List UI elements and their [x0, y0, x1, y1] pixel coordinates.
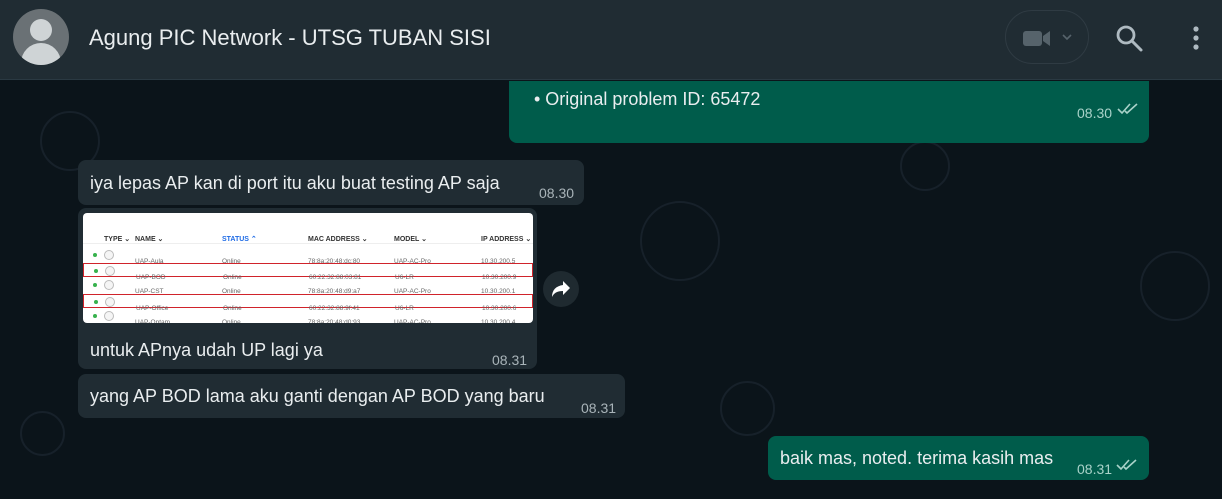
table-row[interactable]: UAP-CST Online 78:8a:20:48:d9:a7 UAP-AC-Pro…	[83, 278, 533, 295]
chat-title[interactable]: Agung PIC Network - UTSG TUBAN SISI	[89, 25, 491, 51]
online-status-dot	[93, 253, 97, 257]
menu-icon[interactable]	[1186, 24, 1206, 54]
message-text: • Original problem ID: 65472	[534, 89, 761, 109]
access-point-icon	[105, 296, 115, 307]
wallpaper-doodle	[720, 381, 775, 436]
message-time: 08.31	[492, 352, 528, 368]
access-point-icon	[104, 280, 114, 291]
online-status-dot	[93, 283, 97, 288]
access-point-icon	[105, 266, 115, 277]
wallpaper-doodle	[1140, 251, 1210, 321]
table-row[interactable]: UAP-Office Online 60:22:32:88:9f:41 U6-LR 10…	[83, 293, 533, 312]
access-point-icon	[104, 310, 114, 321]
avatar-body	[21, 43, 61, 65]
shared-image[interactable]: TYPE ⌄ NAME ⌄ STATUS ⌃ MAC ADDRESS ⌄ MODEL ⌄…	[83, 213, 533, 323]
cell-mac: 78:8a:20:48:d0:93	[308, 318, 361, 323]
forward-icon	[552, 281, 570, 297]
table-row[interactable]: UAP-Aula Online 78:8a:20:48:dc:80 UAP-AC-Pr…	[83, 248, 533, 265]
video-call-button[interactable]	[1005, 10, 1089, 64]
message-time: 08.31	[581, 400, 617, 416]
message-time: 08.31	[1077, 461, 1113, 477]
wallpaper-doodle	[900, 141, 950, 191]
video-call-icon	[1023, 31, 1050, 46]
table-row[interactable]: UAP-Optam Online 78:8a:20:48:d0:93 UAP-AC-P…	[83, 309, 533, 323]
message-bubble-incoming[interactable]: yang AP BOD lama aku ganti dengan AP BOD…	[78, 374, 625, 418]
avatar[interactable]	[13, 9, 69, 65]
online-status-dot	[94, 299, 98, 304]
message-bubble-outgoing[interactable]: • Original problem ID: 65472 08.30	[509, 81, 1149, 143]
wallpaper-doodle	[20, 411, 65, 456]
message-time: 08.30	[1077, 105, 1113, 121]
read-receipt-icon	[1116, 459, 1137, 471]
forward-button[interactable]	[543, 271, 579, 307]
cell-name: UAP-Optam	[135, 318, 171, 323]
access-point-icon	[104, 250, 114, 260]
message-bubble-image[interactable]: TYPE ⌄ NAME ⌄ STATUS ⌃ MAC ADDRESS ⌄ MODEL ⌄…	[78, 208, 537, 369]
chat-header: Agung PIC Network - UTSG TUBAN SISI	[0, 0, 1222, 80]
table-row[interactable]: UAP-BOD Online 60:22:32:88:03:81 U6-LR 10.30…	[83, 263, 533, 281]
read-receipt-icon	[1117, 103, 1138, 115]
message-text: yang AP BOD lama aku ganti dengan AP BOD…	[90, 386, 545, 406]
cell-model: UAP-AC-Pro	[394, 318, 431, 323]
message-text: iya lepas AP kan di port itu aku buat te…	[90, 173, 500, 193]
message-bubble-incoming[interactable]: iya lepas AP kan di port itu aku buat te…	[78, 160, 584, 205]
message-time: 08.30	[539, 185, 575, 201]
chevron-down-icon	[1062, 34, 1072, 41]
search-icon[interactable]	[1114, 23, 1144, 53]
online-status-dot	[93, 313, 97, 318]
message-bubble-outgoing[interactable]: baik mas, noted. terima kasih mas 08.31	[768, 436, 1149, 480]
table-divider	[83, 243, 533, 244]
cell-ip: 10.30.200.4	[481, 318, 516, 323]
cell-status: Online	[222, 318, 241, 323]
online-status-dot	[94, 269, 98, 274]
avatar-head	[30, 19, 52, 41]
image-caption: untuk APnya udah UP lagi ya	[90, 340, 323, 360]
message-text: baik mas, noted. terima kasih mas	[780, 448, 1054, 468]
chat-area[interactable]: • Original problem ID: 65472 08.30 iya l…	[0, 81, 1222, 499]
wallpaper-doodle	[640, 201, 720, 281]
